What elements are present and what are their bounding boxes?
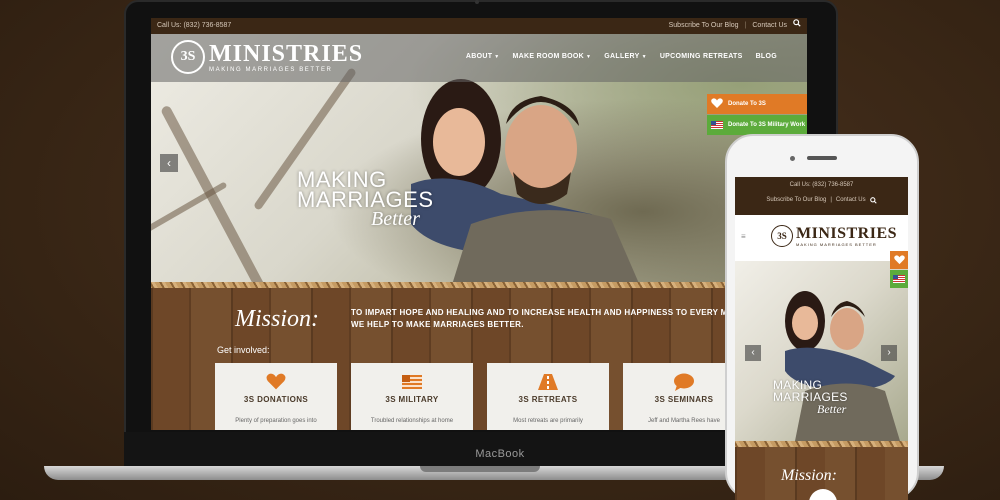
card-title: 3S RETREATS	[518, 395, 578, 404]
flag-icon	[893, 275, 905, 283]
phone-camera	[790, 156, 795, 161]
separator: |	[830, 197, 832, 203]
chevron-right-icon[interactable]: ›	[881, 345, 897, 361]
main-nav: ABOUT ▼ MAKE ROOM BOOK ▼ GALLERY ▼ UPCOMING…	[466, 53, 777, 60]
hero-headline: MAKING MARRIAGES Better	[773, 379, 848, 415]
contact-link[interactable]: Contact Us	[752, 18, 787, 34]
donate-label: Donate To 3S	[728, 101, 766, 107]
mission-title: Mission:	[235, 306, 319, 332]
nav-about[interactable]: ABOUT ▼	[466, 53, 500, 60]
donate-button[interactable]	[890, 251, 908, 269]
caret-down-icon: ▼	[586, 54, 592, 60]
logo-tagline: MAKING MARRIAGES BETTER	[209, 66, 333, 73]
card-donations[interactable]: 3S DONATIONS Plenty of preparation goes …	[215, 363, 337, 430]
card-text: Most retreats are primarily	[513, 418, 583, 424]
caret-down-icon: ▼	[494, 54, 500, 60]
nav-blog[interactable]: BLOG	[756, 53, 777, 60]
tree-branch	[159, 104, 273, 288]
couple-photo	[411, 79, 641, 288]
donate-military-button[interactable]	[890, 270, 908, 288]
site-logo[interactable]: 3S MINISTRIES MAKING MARRIAGES BETTER	[171, 40, 363, 74]
heart-icon	[711, 97, 723, 111]
laptop-camera	[475, 0, 479, 4]
logo-name: MINISTRIES	[796, 224, 898, 242]
nav-label: ABOUT	[465, 53, 493, 60]
subscribe-link[interactable]: Subscribe To Our Blog	[766, 197, 826, 206]
nav-label: MAKE ROOM BOOK	[512, 53, 585, 60]
card-title: 3S DONATIONS	[243, 395, 309, 404]
search-icon[interactable]	[793, 18, 801, 34]
mobile-website: Call Us: (832) 736-8587 Subscribe To Our…	[735, 177, 908, 500]
hero-slider: 3S MINISTRIES MAKING MARRIAGES BETTER AB…	[151, 34, 807, 288]
heart-icon	[215, 373, 337, 391]
logo-tagline: MAKING MARRIAGES BETTER	[796, 241, 877, 247]
search-icon[interactable]	[869, 197, 877, 206]
hamburger-menu-icon[interactable]: ≡	[741, 232, 746, 241]
card-title: 3S MILITARY	[385, 395, 439, 404]
phone-speaker	[807, 156, 837, 160]
chevron-left-icon[interactable]: ‹	[745, 345, 761, 361]
mobile-header: ≡ 3S MINISTRIES MAKING MARRIAGES BETTER	[735, 215, 908, 261]
logo-name: MINISTRIES	[209, 40, 364, 67]
flag-icon	[711, 121, 723, 129]
nav-upcoming-retreats[interactable]: UPCOMING RETREATS	[660, 53, 743, 60]
desktop-website: Call Us: (832) 736-8587 Subscribe To Our…	[151, 18, 807, 430]
mission-title: Mission:	[781, 467, 837, 484]
couple-photo	[785, 291, 900, 441]
mobile-top-bar: Call Us: (832) 736-8587 Subscribe To Our…	[735, 177, 908, 215]
hero-line-3: Better	[817, 402, 847, 416]
card-retreats[interactable]: 3S RETREATS Most retreats are primarily	[487, 363, 609, 430]
top-bar: Call Us: (832) 736-8587 Subscribe To Our…	[151, 18, 807, 34]
hero-line-3: Better	[371, 208, 420, 230]
nav-make-room-book[interactable]: MAKE ROOM BOOK ▼	[513, 53, 592, 60]
phone-number[interactable]: Call Us: (832) 736-8587	[735, 177, 908, 188]
nav-label: GALLERY	[604, 53, 640, 60]
logo-badge: 3S	[771, 225, 793, 247]
subscribe-link[interactable]: Subscribe To Our Blog	[669, 18, 739, 34]
laptop-notch	[420, 466, 540, 472]
phone-number[interactable]: Call Us: (832) 736-8587	[157, 18, 231, 34]
card-text: Troubled relationships at home	[370, 418, 454, 424]
flag-icon	[351, 373, 473, 391]
nav-gallery[interactable]: GALLERY ▼	[604, 53, 647, 60]
hero-line-2: MARRIAGES	[297, 187, 434, 212]
get-involved-label: Get involved:	[217, 345, 270, 355]
caret-down-icon: ▼	[641, 54, 647, 60]
chevron-left-icon[interactable]: ‹	[160, 154, 178, 172]
contact-link[interactable]: Contact Us	[836, 197, 866, 206]
card-military[interactable]: 3S MILITARY Troubled relationships at ho…	[351, 363, 473, 430]
donate-military-label: Donate To 3S Military Work	[728, 122, 806, 128]
hero-headline: MAKING MARRIAGES Better	[297, 169, 434, 230]
site-header: 3S MINISTRIES MAKING MARRIAGES BETTER AB…	[151, 34, 807, 82]
separator: |	[744, 22, 747, 29]
donate-button[interactable]: Donate To 3S	[707, 94, 807, 114]
site-logo[interactable]: 3S MINISTRIES MAKING MARRIAGES BETTER	[771, 225, 897, 247]
donate-military-button[interactable]: Donate To 3S Military Work	[707, 115, 807, 135]
logo-badge: 3S	[171, 40, 205, 74]
heart-icon	[893, 255, 905, 265]
card-text: Plenty of preparation goes into	[235, 418, 317, 424]
road-icon	[487, 373, 609, 391]
